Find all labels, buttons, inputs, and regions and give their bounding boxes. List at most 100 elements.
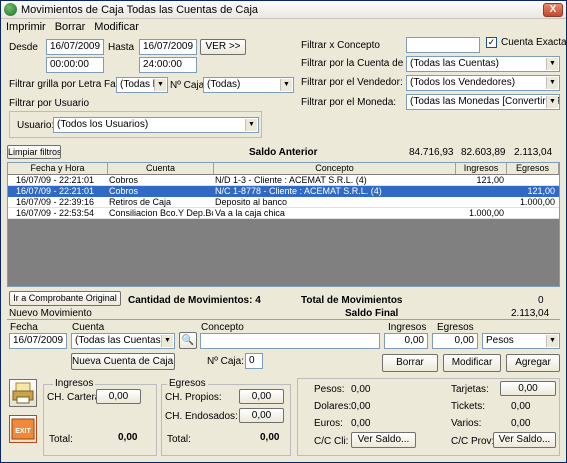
cuenta-caja-select[interactable]: (Todas las Cuentas) ▼ <box>406 56 560 72</box>
vendedor-value: (Todos los Vendedores) <box>410 77 516 88</box>
cuenta-exacta-checkbox[interactable]: ✓ <box>486 37 497 48</box>
nro-caja-filter-label: Nº Caja: <box>170 80 207 91</box>
print-icon[interactable] <box>9 379 37 407</box>
close-button[interactable]: X <box>543 3 563 17</box>
nro-caja-input[interactable]: 0 <box>245 353 263 369</box>
grid-header: Fecha y Hora Cuenta Concepto Ingresos Eg… <box>8 163 559 174</box>
usuario-label: Usuario: <box>17 120 55 131</box>
moneda-new-select[interactable]: Pesos ▼ <box>482 333 560 349</box>
ir-comprobante-button[interactable]: Ir a Comprobante Original <box>9 291 121 306</box>
nro-caja-filter-value: (Todas) <box>207 79 241 90</box>
hasta-time-input[interactable]: 24:00:00 <box>139 57 197 73</box>
menu-modificar[interactable]: Modificar <box>89 21 143 33</box>
ch-endosados-button[interactable]: 0,00 <box>239 408 284 423</box>
moneda-value: (Todas las Monedas [Convertir a Pes <box>410 96 560 107</box>
dolares-label: Dolares: <box>314 401 352 412</box>
varios-label: Varios: <box>451 418 482 429</box>
cell-cuenta: Cobros <box>109 175 139 185</box>
vendedor-select[interactable]: (Todos los Vendedores) ▼ <box>406 75 560 91</box>
concepto-filter-input[interactable] <box>406 37 480 53</box>
app-icon <box>4 3 17 16</box>
menu-borrar[interactable]: Borrar <box>50 21 90 33</box>
table-row[interactable]: 16/07/09 - 22:21:01 Cobros N/D 1-3 - Cli… <box>8 175 559 186</box>
chevron-down-icon: ▼ <box>161 335 173 347</box>
saldo-anterior-label: Saldo Anterior <box>249 147 318 158</box>
usuario-value: (Todos los Usuarios) <box>57 119 149 130</box>
cantidad-movimientos-label: Cantidad de Movimientos: 4 <box>128 295 261 306</box>
cell-concepto: Deposito al banco <box>215 197 288 207</box>
header-cuenta[interactable]: Cuenta <box>108 163 214 174</box>
tarjetas-button[interactable]: 0,00 <box>500 381 556 396</box>
ch-cartera-label: CH. Cartera: <box>47 392 104 403</box>
desde-time-input[interactable]: 00:00:00 <box>46 57 104 73</box>
table-row-selected[interactable]: 16/07/09 - 22:21:01 Cobros N/C 1-8778 - … <box>8 186 559 197</box>
cell-egresos: 1.000,00 <box>519 197 555 207</box>
cc-prov-label: C/C Prov: <box>451 436 495 447</box>
limpiar-filtros-button[interactable]: Limpiar filtros <box>7 145 61 159</box>
cell-fecha: 16/07/09 - 22:21:01 <box>16 186 95 196</box>
menu-imprimir[interactable]: Imprimir <box>1 21 50 33</box>
cell-egresos: 121,00 <box>527 186 555 196</box>
total-ingresos-label: Total: <box>49 434 73 445</box>
usuario-select[interactable]: (Todos los Usuarios) ▼ <box>53 117 259 133</box>
table-row[interactable]: 16/07/09 - 22:53:54 Consiliacion Bco.Y D… <box>8 208 559 219</box>
agregar-button[interactable]: Agregar <box>506 354 560 372</box>
chevron-down-icon: ▼ <box>245 119 257 131</box>
modificar-button[interactable]: Modificar <box>443 354 501 372</box>
moneda-select[interactable]: (Todas las Monedas [Convertir a Pes ▼ <box>406 94 560 110</box>
cuenta-value: (Todas las Cuentas) <box>75 335 164 346</box>
ver-saldo-cli-button[interactable]: Ver Saldo... <box>351 432 416 448</box>
saldo-final-label: Saldo Final <box>345 308 399 319</box>
cell-fecha: 16/07/09 - 22:39:16 <box>16 197 95 207</box>
ingresos-label: Ingresos <box>388 322 427 333</box>
varios-value: 0,00 <box>511 418 531 429</box>
tarjetas-label: Tarjetas: <box>451 384 489 395</box>
title-bar: Movimientos de Caja Todas las Cuentas de… <box>1 1 566 19</box>
concepto-filter-label: Filtrar x Concepto <box>301 40 380 51</box>
cell-fecha: 16/07/09 - 22:53:54 <box>16 208 95 218</box>
borrar-button[interactable]: Borrar <box>382 354 438 372</box>
egresos-label: Egresos <box>437 322 474 333</box>
concepto-input[interactable] <box>200 333 380 349</box>
ch-propios-button[interactable]: 0,00 <box>239 389 284 404</box>
pesos-label: Pesos: <box>314 384 345 395</box>
usuario-group-label: Filtrar por Usuario <box>9 98 90 109</box>
ver-saldo-prov-button[interactable]: Ver Saldo... <box>493 432 556 448</box>
dolares-value: 0,00 <box>351 401 371 412</box>
egresos-input[interactable]: 0,00 <box>432 333 478 349</box>
ver-button[interactable]: VER >> <box>200 39 246 55</box>
ch-propios-label: CH. Propios: <box>165 392 222 403</box>
cell-concepto: Va a la caja chica <box>215 208 285 218</box>
ch-cartera-button[interactable]: 0,00 <box>96 389 141 404</box>
letra-factura-select[interactable]: (Todas las ▼ <box>116 77 168 93</box>
cc-cli-label: C/C Cli: <box>314 436 349 447</box>
saldo-final-value: 2.113,04 <box>511 308 550 319</box>
exit-icon[interactable]: EXIT <box>9 415 37 443</box>
chevron-down-icon: ▼ <box>546 58 558 70</box>
ingresos-input[interactable]: 0,00 <box>384 333 428 349</box>
header-concepto[interactable]: Concepto <box>214 163 456 174</box>
hasta-date-input[interactable]: 16/07/2009 <box>139 39 197 55</box>
header-fecha[interactable]: Fecha y Hora <box>8 163 108 174</box>
euros-value: 0,00 <box>351 418 371 429</box>
chevron-down-icon: ▼ <box>154 79 166 91</box>
table-row[interactable]: 16/07/09 - 22:39:16 Retiros de Caja Depo… <box>8 197 559 208</box>
cell-cuenta: Cobros <box>109 186 139 196</box>
header-ingresos[interactable]: Ingresos <box>456 163 507 174</box>
hasta-label: Hasta <box>108 42 135 53</box>
nueva-cuenta-caja-button[interactable]: Nueva Cuenta de Caja... <box>71 353 175 370</box>
total-movimientos-value: 0 <box>538 295 544 306</box>
cuenta-select[interactable]: (Todas las Cuentas) ▼ <box>71 333 175 349</box>
cuenta-label: Cuenta <box>72 322 105 333</box>
movimientos-grid[interactable]: Fecha y Hora Cuenta Concepto Ingresos Eg… <box>7 162 560 287</box>
ingresos-group-label: Ingresos <box>53 378 96 389</box>
header-egresos[interactable]: Egresos <box>507 163 559 174</box>
nro-caja-label: Nº Caja: <box>207 356 244 367</box>
magnifier-icon[interactable]: 🔍 <box>179 332 197 349</box>
divider <box>7 319 560 320</box>
egresos-group-label: Egresos <box>167 378 208 389</box>
nro-caja-filter-select[interactable]: (Todas) ▼ <box>203 77 294 93</box>
desde-date-input[interactable]: 16/07/2009 <box>46 39 104 55</box>
fecha-label: Fecha <box>10 322 38 333</box>
fecha-input[interactable]: 16/07/2009 <box>9 333 67 349</box>
